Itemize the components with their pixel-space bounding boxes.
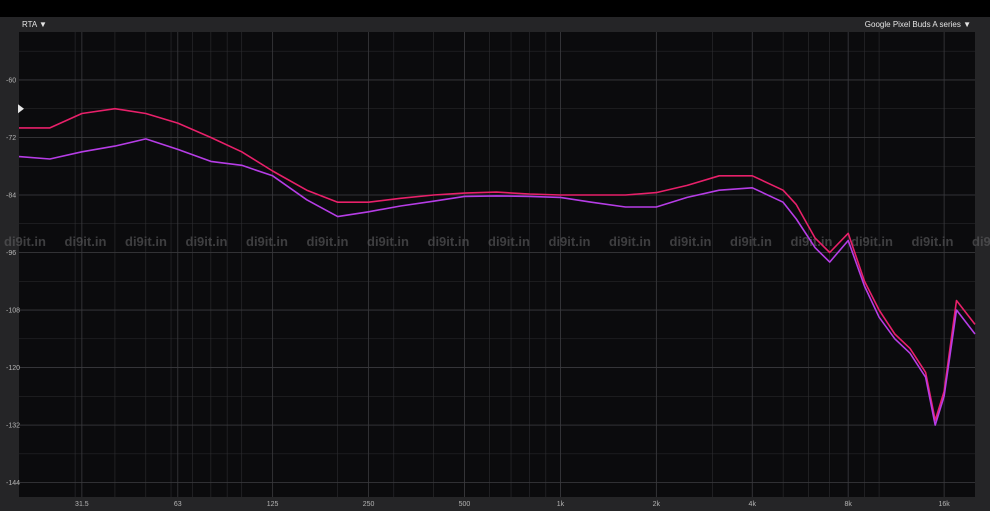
x-tick-label: 16k [938, 501, 950, 508]
x-tick-label: 4k [749, 501, 757, 508]
y-tick-label: -144 [6, 480, 20, 487]
y-tick-label: -72 [6, 135, 16, 142]
watermark-text: di9it.in [367, 234, 409, 249]
watermark-text: di9it.in [125, 234, 167, 249]
y-tick-label: -108 [6, 308, 20, 315]
y-tick-labels: -60 -72 -84 -96 -108 -120 -132 -144 [6, 77, 20, 487]
x-tick-label: 500 [459, 501, 471, 508]
watermark-text: di9it.in [670, 234, 712, 249]
y-tick-label: -132 [6, 423, 20, 430]
y-tick-label: -60 [6, 77, 16, 84]
x-tick-label: 250 [363, 501, 375, 508]
watermark-text: di9it.in [851, 234, 893, 249]
watermark-text: di9it.in [549, 234, 591, 249]
x-tick-label: 2k [653, 501, 661, 508]
frequency-response-chart: di9it.in di9it.in di9it.in di9it.in di9it.in… [4, 32, 990, 508]
x-tick-labels: 31.5 63 125 250 500 1k 2k 4k 8k 16k [75, 501, 950, 508]
y-tick-label: -84 [6, 192, 16, 199]
plot-area [19, 32, 975, 497]
watermark-text: di9it.in [307, 234, 349, 249]
watermark-text: di9it.in [609, 234, 651, 249]
x-tick-label: 8k [844, 501, 852, 508]
watermark-text: di9it.in [4, 234, 46, 249]
x-tick-label: 63 [174, 501, 182, 508]
y-tick-label: -96 [6, 250, 16, 257]
watermark-text: di9it.in [730, 234, 772, 249]
watermark-text: di9it.in [65, 234, 107, 249]
watermark-text: di9it.in [488, 234, 530, 249]
watermark-text: di9it.in [428, 234, 470, 249]
x-tick-label: 1k [557, 501, 565, 508]
y-tick-label: -120 [6, 365, 20, 372]
watermark-text: di9it.in [246, 234, 288, 249]
x-tick-label: 125 [267, 501, 279, 508]
watermark-text: di9it.in [912, 234, 954, 249]
watermark-text: di9it.in [186, 234, 228, 249]
watermark-text: di9it.in [972, 234, 990, 249]
x-tick-label: 31.5 [75, 501, 89, 508]
